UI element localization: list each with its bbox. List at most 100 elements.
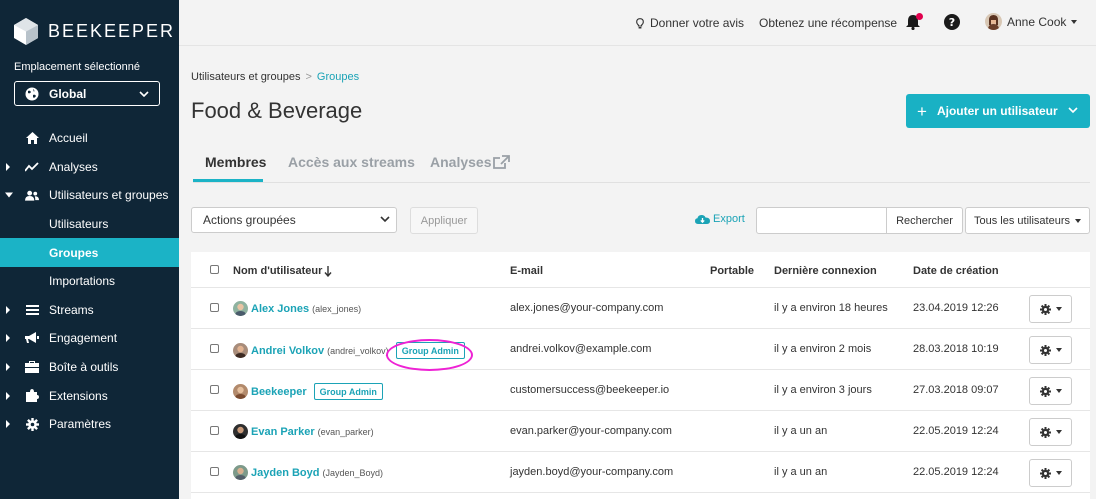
help-icon: ? <box>944 14 960 30</box>
add-user-button[interactable]: + Ajouter un utilisateur <box>906 94 1090 128</box>
column-username-label: Nom d'utilisateur <box>233 265 323 277</box>
export-label: Export <box>713 213 745 225</box>
export-link[interactable]: Export <box>695 213 745 225</box>
caret-right-icon <box>6 391 10 400</box>
search-button[interactable]: Rechercher <box>886 207 963 234</box>
sidebar-item-accueil[interactable]: Accueil <box>0 124 179 153</box>
top-header: Donner votre avis Obtenez une récompense… <box>179 0 1096 46</box>
user-handle: (andrei_volkov) <box>327 345 389 356</box>
user-name-link[interactable]: Andrei Volkov <box>251 345 324 357</box>
sidebar-item-toolbox[interactable]: Boîte à outils <box>0 353 179 382</box>
user-menu[interactable]: Anne Cook <box>985 13 1078 30</box>
column-username[interactable]: Nom d'utilisateur <box>233 265 332 277</box>
sidebar-item-utilisateurs[interactable]: Utilisateurs <box>0 210 179 239</box>
user-handle: (evan_parker) <box>317 426 374 437</box>
email-cell: jayden.boyd@your-company.com <box>510 466 674 478</box>
table-header: Nom d'utilisateur E-mail Portable Derniè… <box>191 252 1090 288</box>
user-cell: Alex Jones (alex_jones) <box>233 301 361 316</box>
sidebar-item-label: Utilisateurs <box>49 217 109 232</box>
sidebar-item-extensions[interactable]: Extensions <box>0 381 179 410</box>
last-login-cell: il y a un an <box>774 466 828 478</box>
tab-analyses[interactable]: Analyses <box>430 154 511 170</box>
created-cell: 28.03.2018 10:19 <box>913 343 999 355</box>
breadcrumb-separator: > <box>305 71 312 83</box>
feedback-link[interactable]: Donner votre avis <box>636 16 744 30</box>
sidebar-item-analyses[interactable]: Analyses <box>0 153 179 182</box>
sidebar-item-groupes[interactable]: Groupes <box>0 238 179 267</box>
megaphone-icon <box>25 331 39 345</box>
row-checkbox[interactable] <box>210 426 219 435</box>
row-actions-button[interactable] <box>1029 418 1072 446</box>
user-name-link[interactable]: Beekeeper <box>251 386 307 398</box>
created-cell: 23.04.2019 12:26 <box>913 302 999 314</box>
help-button[interactable]: ? <box>944 14 960 33</box>
email-cell: evan.parker@your-company.com <box>510 425 672 437</box>
sidebar-item-engagement[interactable]: Engagement <box>0 324 179 353</box>
bulk-actions-select[interactable]: Actions groupées <box>191 207 397 233</box>
brand-logo[interactable]: BEEKEEPER <box>14 17 175 45</box>
notification-dot <box>916 13 923 20</box>
sidebar-item-label: Analyses <box>49 159 98 174</box>
gear-icon <box>1039 385 1051 397</box>
sidebar-item-label: Utilisateurs et groupes <box>49 188 169 203</box>
tab-streams-access[interactable]: Accès aux streams <box>288 154 415 170</box>
table-row: Andrei Volkov (andrei_volkov) Group Admi… <box>191 329 1090 371</box>
row-checkbox[interactable] <box>210 385 219 394</box>
created-cell: 27.03.2018 09:07 <box>913 384 999 396</box>
caret-down-icon <box>1055 471 1062 475</box>
avatar <box>233 424 248 439</box>
caret-right-icon <box>6 334 10 343</box>
gear-icon <box>25 417 39 431</box>
table-row: Alex Jones (alex_jones) alex.jones@your-… <box>191 288 1090 329</box>
last-login-cell: il y a environ 2 mois <box>774 343 872 355</box>
active-tab-indicator <box>193 179 263 182</box>
tab-membres[interactable]: Membres <box>205 154 266 170</box>
gear-icon <box>1039 426 1051 438</box>
row-actions-button[interactable] <box>1029 459 1072 487</box>
svg-text:?: ? <box>949 16 955 29</box>
column-email: E-mail <box>510 265 544 277</box>
apply-button[interactable]: Appliquer <box>410 207 478 234</box>
caret-right-icon <box>6 305 10 314</box>
cloud-download-icon <box>695 214 710 224</box>
select-all-checkbox[interactable] <box>210 265 219 274</box>
search-input[interactable] <box>756 207 887 234</box>
puzzle-icon <box>25 389 39 403</box>
sidebar-item-importations[interactable]: Importations <box>0 267 179 296</box>
avatar <box>233 301 248 316</box>
user-filter-value: Tous les utilisateurs <box>974 214 1070 227</box>
created-cell: 22.05.2019 12:24 <box>913 466 999 478</box>
main-content: Utilisateurs et groupes > Groupes Food & B… <box>179 46 1096 499</box>
breadcrumb-parent[interactable]: Utilisateurs et groupes <box>191 71 300 83</box>
email-cell: alex.jones@your-company.com <box>510 302 664 314</box>
user-filter-dropdown[interactable]: Tous les utilisateurs <box>965 207 1090 234</box>
user-cell: Beekeeper Group Admin <box>233 383 383 400</box>
row-checkbox[interactable] <box>210 344 219 353</box>
row-checkbox[interactable] <box>210 303 219 312</box>
sidebar-item-label: Accueil <box>49 131 88 146</box>
sidebar-item-parametres[interactable]: Paramètres <box>0 410 179 439</box>
sidebar-item-streams[interactable]: Streams <box>0 296 179 325</box>
caret-right-icon <box>6 162 10 171</box>
chevron-down-icon <box>1068 107 1078 114</box>
location-value: Global <box>49 86 87 101</box>
sidebar-item-label: Boîte à outils <box>49 360 119 375</box>
row-actions-button[interactable] <box>1029 336 1072 364</box>
sort-down-icon <box>324 265 332 277</box>
highlight-ring <box>386 339 473 371</box>
location-select[interactable]: Global <box>14 81 160 106</box>
reward-link[interactable]: Obtenez une récompense <box>759 16 897 30</box>
user-name-link[interactable]: Alex Jones <box>251 303 309 315</box>
breadcrumb-current[interactable]: Groupes <box>317 71 359 83</box>
notifications-button[interactable] <box>906 13 923 33</box>
user-name-link[interactable]: Evan Parker <box>251 426 315 438</box>
row-actions-button[interactable] <box>1029 295 1072 323</box>
sidebar-item-users-groups[interactable]: Utilisateurs et groupes <box>0 181 179 210</box>
gear-icon <box>1039 344 1051 356</box>
row-checkbox[interactable] <box>210 467 219 476</box>
user-name-link[interactable]: Jayden Boyd <box>251 467 319 479</box>
email-cell: customersuccess@beekeeper.io <box>510 384 670 396</box>
gear-icon <box>1039 467 1051 479</box>
caret-down-icon <box>1055 348 1062 352</box>
row-actions-button[interactable] <box>1029 377 1072 405</box>
